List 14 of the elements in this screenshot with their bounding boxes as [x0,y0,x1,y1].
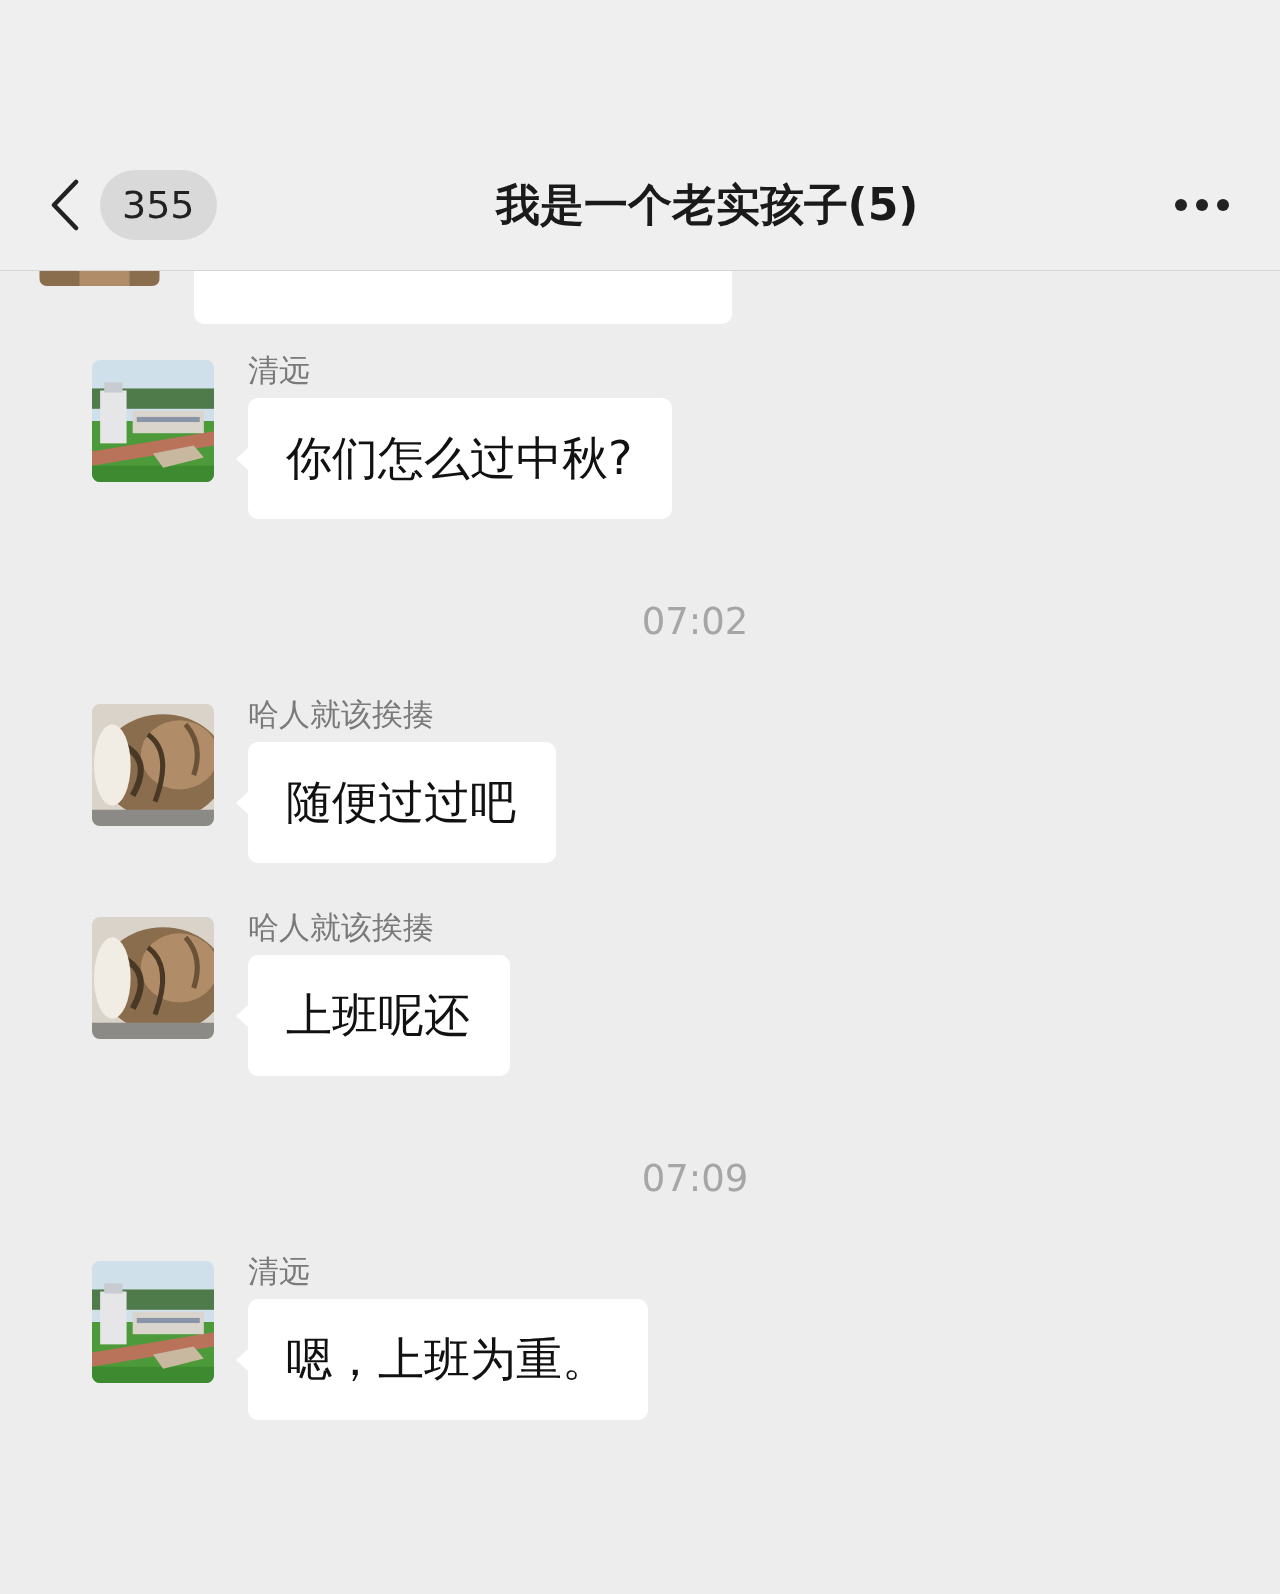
sender-name: 哈人就该挨揍 [248,695,435,734]
message-bubble[interactable]: 上班呢还 [248,955,510,1076]
more-icon[interactable] [1174,198,1230,212]
message-bubble[interactable]: 嗯，上班为重。 [248,1299,648,1420]
sender-name: 哈人就该挨揍 [248,908,435,947]
sender-name: 清远 [248,351,311,390]
timestamp: 07:09 [640,1159,750,1199]
chat-title: 我是一个老实孩子(5) [494,178,920,232]
message-bubble[interactable]: 你们怎么过中秋? [248,398,673,519]
unread-badge[interactable]: 355 [100,170,217,240]
message-bubble[interactable]: 随便过过吧 [248,742,556,863]
back-icon[interactable] [50,179,80,231]
sender-name: 清远 [248,1252,311,1291]
timestamp: 07:02 [640,602,750,642]
